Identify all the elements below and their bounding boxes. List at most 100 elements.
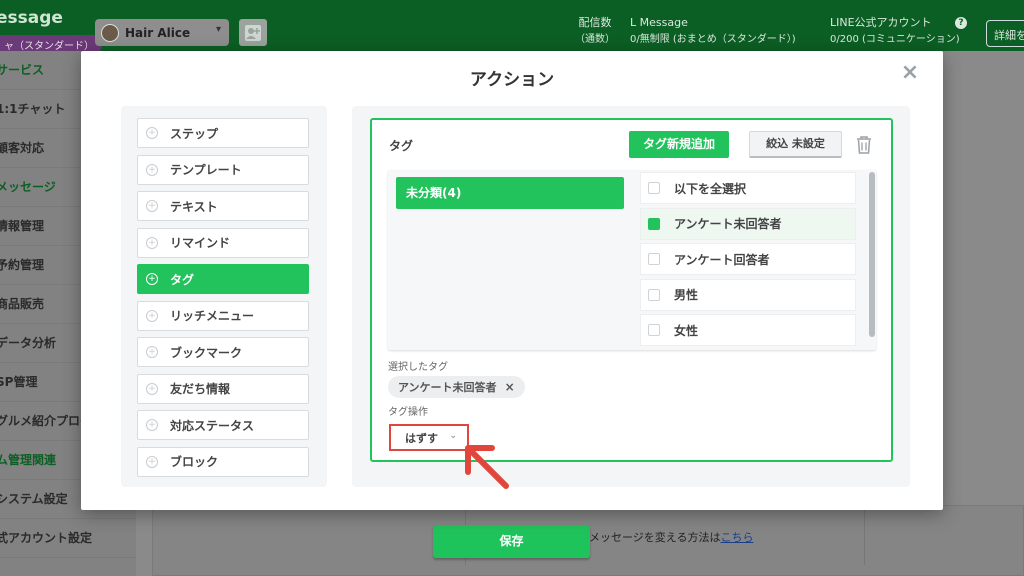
- sidebar-item-label: 顧客対応: [0, 141, 45, 155]
- action-type-button[interactable]: + 友だち情報: [137, 373, 309, 404]
- action-type-button[interactable]: + テンプレート: [137, 154, 309, 185]
- selected-tags-label: 選択したタグ: [388, 362, 448, 373]
- plus-circle-icon: +: [146, 419, 158, 431]
- stat-sub: 0/200 (コミュニケーション): [830, 34, 960, 45]
- tag-list-container: 未分類(4) 以下を全選択アンケート未回答者 アンケート回答者 男性女性: [388, 170, 876, 350]
- pointer-arrow-icon: [465, 445, 509, 489]
- scrollbar[interactable]: [869, 170, 875, 350]
- sidebar-item-label: グルメ紹介プログ: [0, 414, 93, 428]
- tag-section-label: タグ: [389, 139, 414, 153]
- avatar: [101, 23, 119, 42]
- action-type-button[interactable]: + 対応ステータス: [137, 410, 309, 440]
- help-icon[interactable]: ?: [955, 17, 967, 29]
- tag-option-label: アンケート回答者: [674, 252, 770, 267]
- plus-circle-icon: +: [146, 200, 158, 212]
- sidebar-item-label: 1:1チャット: [0, 102, 66, 116]
- plus-circle-icon: +: [146, 127, 158, 139]
- sidebar-item-label: システム設定: [0, 492, 68, 506]
- sidebar-item-label: メッセージ: [0, 180, 56, 194]
- add-user-icon: [245, 24, 261, 41]
- action-type-label: タグ: [170, 272, 195, 287]
- action-type-button[interactable]: + タグ: [137, 264, 309, 294]
- tag-option-label: 以下を全選択: [674, 181, 747, 196]
- plus-circle-icon: +: [146, 236, 158, 249]
- action-type-button[interactable]: + ブックマーク: [137, 337, 309, 367]
- hint-text: るメッセージを変える方法はこちら: [578, 529, 753, 545]
- chevron-down-icon: ▾: [215, 24, 221, 35]
- tag-option-label: 女性: [674, 323, 699, 338]
- action-type-label: テンプレート: [170, 163, 242, 177]
- plus-circle-icon: +: [146, 309, 158, 322]
- stat-sub: （通数）: [575, 34, 615, 45]
- tag-operation-value: はずす: [405, 431, 438, 445]
- tag-option-label: 男性: [674, 288, 699, 302]
- action-type-label: ブックマーク: [170, 345, 243, 360]
- plus-circle-icon: +: [146, 273, 158, 285]
- tag-option-row[interactable]: アンケート回答者: [640, 243, 856, 275]
- detail-button[interactable]: 詳細を: [986, 20, 1024, 47]
- close-icon[interactable]: ×: [899, 62, 921, 85]
- sidebar-item-label: SP管理: [0, 375, 38, 389]
- modal-title: アクション: [469, 70, 555, 90]
- trash-icon[interactable]: [855, 135, 873, 155]
- add-tag-button[interactable]: タグ新規追加: [629, 131, 729, 158]
- sidebar-item-label: データ分析: [0, 336, 57, 350]
- tag-folder-item[interactable]: 未分類(4): [396, 177, 624, 209]
- sidebar-item-label: ム管理関連: [0, 453, 57, 467]
- save-button[interactable]: 保存: [433, 525, 590, 558]
- action-type-label: 友だち情報: [170, 382, 231, 396]
- action-type-label: リッチメニュー: [170, 309, 255, 323]
- plus-circle-icon: +: [146, 163, 158, 176]
- action-type-label: ブロック: [170, 455, 219, 469]
- stat-title: LINE公式アカウント: [830, 16, 932, 29]
- tag-option-row[interactable]: アンケート未回答者: [640, 207, 856, 240]
- action-type-button[interactable]: + リマインド: [137, 227, 309, 258]
- plus-circle-icon: +: [146, 455, 158, 468]
- selected-tag-chip: アンケート未回答者 ×: [388, 376, 525, 398]
- action-type-label: リマインド: [170, 236, 231, 250]
- tag-checkbox[interactable]: [648, 324, 660, 336]
- selected-tag-chip-label: アンケート未回答者: [398, 381, 497, 394]
- tag-option-row[interactable]: 以下を全選択: [640, 172, 856, 204]
- action-type-list: + ステップ + テンプレート + テキスト + リマインド + タグ + リッチメニュー + ブックマー…: [121, 106, 327, 487]
- plus-circle-icon: +: [146, 382, 158, 395]
- sidebar-item[interactable]: 式アカウント設定: [0, 519, 136, 558]
- tag-action-box: タグ タグ新規追加 絞込 未設定 未分類(4) 以下を全選択 アンケート未回答者ア…: [370, 118, 893, 462]
- app-brand: essage: [0, 8, 63, 28]
- action-type-button[interactable]: + テキスト: [137, 191, 309, 221]
- stat-line-official: LINE公式アカウント 0/200 (コミュニケーション): [830, 14, 960, 48]
- stat-delivery: 配信数 （通数）: [575, 14, 615, 48]
- tag-option-row[interactable]: 男性: [640, 278, 856, 311]
- stat-title: L Message: [630, 16, 688, 29]
- action-type-button[interactable]: + リッチメニュー: [137, 300, 309, 331]
- tag-checkbox[interactable]: [648, 253, 660, 265]
- sidebar-item-label: 式アカウント設定: [0, 531, 93, 545]
- stat-sub: 0/無制限 (おまとめ（スタンダード）): [630, 34, 796, 45]
- tag-checkbox[interactable]: [648, 288, 660, 301]
- top-bar: essage ャ（スタンダード） Hair Alice ▾ 配信数 （通数） L…: [0, 0, 1024, 54]
- sidebar-item-label: 商品販売: [0, 297, 45, 311]
- scrollbar-thumb[interactable]: [869, 172, 875, 337]
- tag-operation-label: タグ操作: [388, 407, 428, 418]
- action-detail-panel: タグ タグ新規追加 絞込 未設定 未分類(4) 以下を全選択 アンケート未回答者ア…: [352, 106, 910, 487]
- tag-option-label: アンケート未回答者: [674, 217, 782, 231]
- stat-lmessage: L Message 0/無制限 (おまとめ（スタンダード）): [630, 14, 796, 48]
- action-type-label: 対応ステータス: [170, 418, 255, 433]
- account-select[interactable]: Hair Alice ▾: [95, 19, 229, 46]
- sidebar-item-label: サービス: [0, 63, 45, 77]
- add-user-button[interactable]: [239, 19, 267, 46]
- sidebar-item-label: 情報管理: [0, 219, 45, 233]
- action-type-label: ステップ: [170, 126, 219, 141]
- tag-checkbox[interactable]: [648, 217, 660, 230]
- hint-text-body: るメッセージを変える方法は: [578, 531, 721, 544]
- hint-link[interactable]: こちら: [720, 531, 753, 544]
- account-name: Hair Alice: [125, 25, 191, 40]
- remove-tag-icon[interactable]: ×: [505, 380, 515, 394]
- plus-circle-icon: +: [146, 346, 158, 358]
- stat-title: 配信数: [578, 16, 612, 29]
- tag-checkbox[interactable]: [648, 182, 660, 194]
- tag-option-row[interactable]: 女性: [640, 314, 856, 346]
- filter-button[interactable]: 絞込 未設定: [749, 131, 842, 158]
- action-type-button[interactable]: + ブロック: [137, 446, 309, 477]
- action-type-button[interactable]: + ステップ: [137, 118, 309, 148]
